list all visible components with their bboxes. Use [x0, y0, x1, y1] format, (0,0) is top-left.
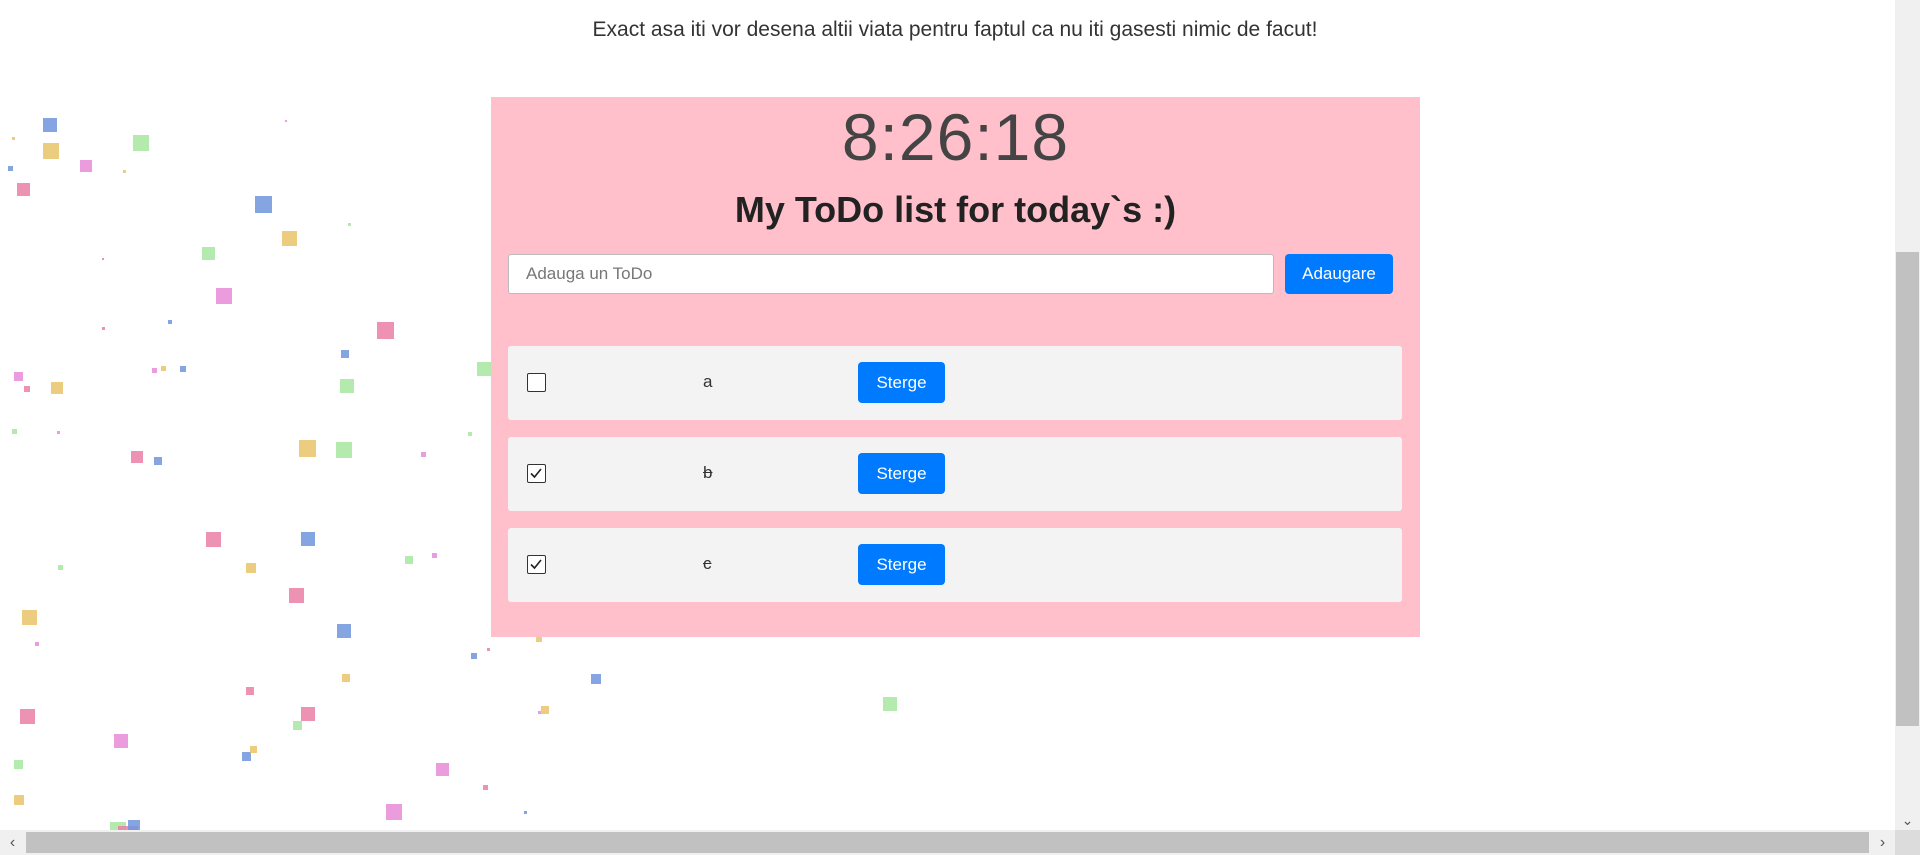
confetti-piece	[299, 440, 316, 457]
confetti-piece	[17, 183, 30, 196]
confetti-piece	[468, 432, 472, 436]
confetti-piece	[301, 532, 315, 546]
add-todo-button[interactable]: Adaugare	[1285, 254, 1393, 294]
todo-item: c Sterge	[508, 528, 1402, 602]
page-title: My ToDo list for today`s :)	[734, 189, 1177, 230]
confetti-piece	[293, 721, 302, 730]
delete-todo-button[interactable]: Sterge	[858, 362, 945, 403]
confetti-piece	[128, 820, 140, 830]
confetti-piece	[206, 532, 221, 547]
todo-item: a Sterge	[508, 346, 1402, 420]
confetti-piece	[102, 327, 105, 330]
confetti-piece	[883, 697, 897, 711]
confetti-piece	[541, 706, 549, 714]
confetti-piece	[43, 143, 59, 159]
horizontal-scrollbar[interactable]: ‹ ›	[0, 830, 1895, 855]
confetti-piece	[22, 610, 37, 625]
confetti-piece	[242, 752, 251, 761]
confetti-piece	[282, 231, 297, 246]
confetti-piece	[35, 642, 39, 646]
confetti-piece	[12, 429, 17, 434]
todo-text: a	[703, 372, 713, 391]
confetti-piece	[289, 588, 304, 603]
confetti-piece	[20, 709, 35, 724]
chevron-down-icon[interactable]: ⌄	[1895, 810, 1920, 830]
confetti-piece	[250, 746, 257, 753]
confetti-piece	[483, 785, 488, 790]
vertical-scrollbar-thumb[interactable]	[1896, 252, 1919, 726]
confetti-piece	[255, 196, 272, 213]
confetti-piece	[348, 223, 351, 226]
confetti-piece	[180, 366, 186, 372]
confetti-piece	[168, 320, 172, 324]
confetti-piece	[161, 366, 166, 371]
confetti-piece	[421, 452, 426, 457]
horizontal-scrollbar-thumb[interactable]	[26, 832, 1869, 853]
todo-text: c	[703, 554, 712, 573]
confetti-piece	[341, 350, 349, 358]
chevron-right-icon[interactable]: ›	[1870, 830, 1895, 855]
confetti-piece	[43, 118, 57, 132]
confetti-piece	[436, 763, 449, 776]
confetti-piece	[337, 624, 351, 638]
todo-checkbox[interactable]	[527, 373, 546, 392]
confetti-piece	[114, 734, 128, 748]
confetti-piece	[477, 362, 491, 376]
confetti-piece	[80, 160, 92, 172]
confetti-piece	[432, 553, 437, 558]
delete-todo-button[interactable]: Sterge	[858, 544, 945, 585]
confetti-piece	[123, 170, 126, 173]
confetti-piece	[538, 711, 541, 714]
confetti-piece	[154, 457, 162, 465]
confetti-piece	[342, 674, 350, 682]
confetti-piece	[110, 822, 126, 830]
todo-text: b	[703, 463, 713, 482]
confetti-piece	[14, 760, 23, 769]
todo-item: b Sterge	[508, 437, 1402, 511]
confetti-piece	[57, 431, 60, 434]
vertical-scrollbar[interactable]: ⌄	[1895, 0, 1920, 830]
confetti-piece	[51, 382, 63, 394]
confetti-piece	[8, 166, 13, 171]
confetti-piece	[24, 386, 30, 392]
todo-panel: 8:26:18 My ToDo list for today`s :) Adau…	[491, 97, 1420, 637]
confetti-piece	[246, 563, 256, 573]
confetti-piece	[405, 556, 413, 564]
add-todo-form: Adaugare	[508, 254, 1398, 294]
confetti-piece	[216, 288, 232, 304]
confetti-piece	[336, 442, 352, 458]
chevron-left-icon[interactable]: ‹	[0, 830, 25, 855]
confetti-piece	[102, 258, 104, 260]
confetti-piece	[133, 135, 149, 151]
confetti-piece	[386, 804, 402, 820]
todo-checkbox[interactable]	[527, 555, 546, 574]
page-tagline: Exact asa iti vor desena altii viata pen…	[592, 18, 1318, 41]
confetti-piece	[301, 707, 315, 721]
confetti-piece	[340, 379, 354, 393]
scrollbar-corner	[1895, 830, 1920, 855]
add-todo-input[interactable]	[508, 254, 1274, 294]
confetti-piece	[246, 687, 254, 695]
confetti-piece	[591, 674, 601, 684]
confetti-piece	[12, 137, 15, 140]
check-icon	[530, 559, 542, 570]
page-viewport: Exact asa iti vor desena altii viata pen…	[0, 0, 1895, 830]
confetti-piece	[152, 368, 157, 373]
confetti-piece	[14, 795, 24, 805]
delete-todo-button[interactable]: Sterge	[858, 453, 945, 494]
confetti-piece	[487, 648, 490, 651]
confetti-piece	[285, 120, 287, 122]
confetti-piece	[377, 322, 394, 339]
check-icon	[530, 468, 542, 479]
confetti-piece	[58, 565, 63, 570]
confetti-piece	[14, 372, 23, 381]
confetti-piece	[524, 811, 527, 814]
clock-display: 8:26:18	[841, 100, 1070, 174]
todo-checkbox[interactable]	[527, 464, 546, 483]
confetti-piece	[131, 451, 143, 463]
confetti-piece	[202, 247, 215, 260]
confetti-piece	[471, 653, 477, 659]
